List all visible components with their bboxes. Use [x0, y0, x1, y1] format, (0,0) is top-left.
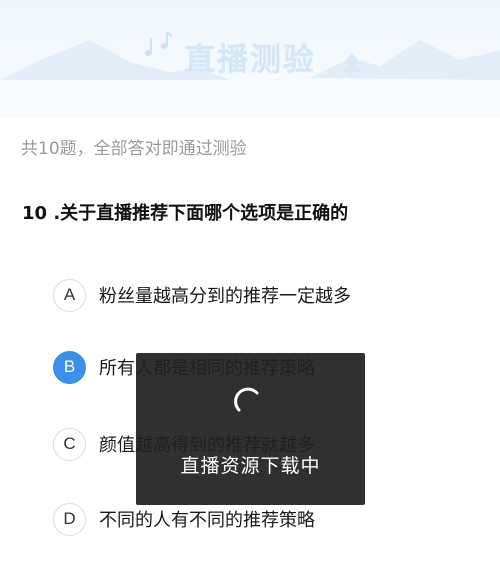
- option-b-letter: B: [53, 350, 86, 384]
- option-a-letter: A: [53, 278, 86, 312]
- option-d-text: 不同的人有不同的推荐策略: [99, 510, 315, 531]
- option-c-letter: C: [53, 427, 86, 461]
- loading-toast: 直播资源下载中: [136, 353, 365, 505]
- banner-title: 直播测验: [184, 42, 316, 78]
- loading-message: 直播资源下载中: [180, 455, 321, 477]
- option-a-text: 粉丝量越高分到的推荐一定越多: [99, 286, 351, 307]
- option-d-letter: D: [53, 502, 86, 536]
- quiz-subtitle: 共10题，全部答对即通过测验: [21, 139, 247, 159]
- quiz-banner: 直播测验: [0, 0, 500, 118]
- option-d[interactable]: D 不同的人有不同的推荐策略: [53, 502, 315, 536]
- option-a[interactable]: A 粉丝量越高分到的推荐一定越多: [53, 278, 351, 312]
- question-text: 10 .关于直播推荐下面哪个选项是正确的: [22, 203, 349, 224]
- spinner-icon: [234, 387, 259, 412]
